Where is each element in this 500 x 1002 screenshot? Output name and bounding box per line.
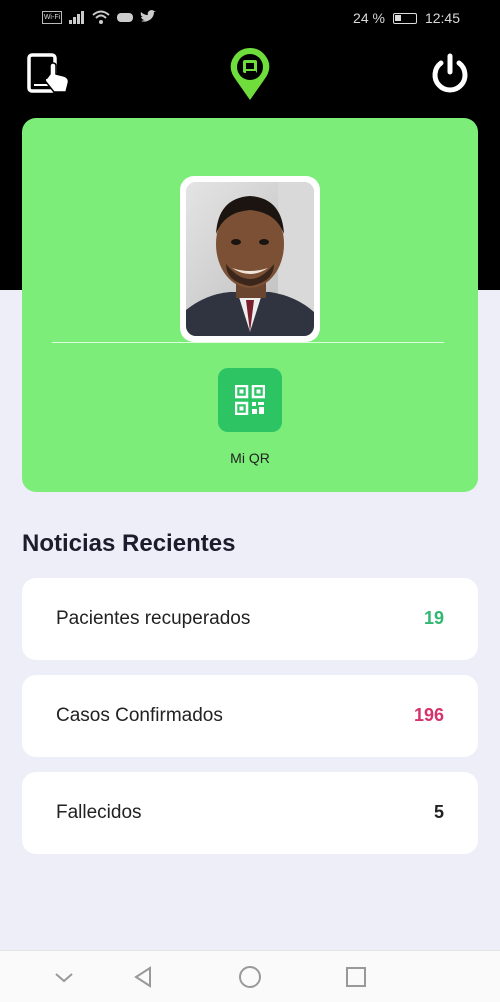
my-qr-label: Mi QR bbox=[230, 450, 270, 466]
profile-photo-image bbox=[186, 182, 314, 336]
location-pin-logo bbox=[230, 48, 270, 100]
stat-card-deaths[interactable]: Fallecidos 5 bbox=[22, 772, 478, 854]
stat-value: 196 bbox=[413, 705, 444, 725]
status-bar: Wi-Fi 24 % 12:45 bbox=[0, 0, 500, 36]
card-divider bbox=[52, 342, 444, 343]
signal-icon bbox=[69, 11, 84, 24]
qr-code-icon bbox=[235, 385, 265, 415]
my-qr-button[interactable] bbox=[218, 368, 282, 432]
wifi-box: Wi-Fi bbox=[42, 10, 62, 24]
square-recent-icon[interactable] bbox=[342, 963, 370, 991]
triangle-back-icon[interactable] bbox=[130, 963, 158, 991]
status-right: 24 % 12:45 bbox=[353, 10, 460, 26]
stat-label: Pacientes recuperados bbox=[56, 608, 251, 629]
stat-label: Casos Confirmados bbox=[56, 705, 223, 726]
circle-home-icon[interactable] bbox=[236, 963, 264, 991]
profile-card: Mi QR bbox=[22, 118, 478, 492]
power-icon[interactable] bbox=[428, 52, 472, 96]
stat-value: 5 bbox=[433, 802, 444, 822]
gamepad-icon bbox=[117, 13, 133, 22]
battery-icon bbox=[392, 12, 417, 24]
battery-percent: 24 % bbox=[353, 10, 385, 26]
wifi-icon bbox=[92, 10, 110, 24]
system-nav-bar bbox=[0, 950, 500, 1002]
stat-value: 19 bbox=[423, 608, 444, 628]
stat-card-confirmed[interactable]: Casos Confirmados 196 bbox=[22, 675, 478, 757]
tablet-touch-icon[interactable] bbox=[26, 52, 74, 96]
status-left: Wi-Fi bbox=[42, 10, 156, 24]
profile-photo[interactable] bbox=[186, 182, 314, 336]
section-title: Noticias Recientes bbox=[22, 530, 236, 557]
stat-card-recovered[interactable]: Pacientes recuperados 19 bbox=[22, 578, 478, 660]
twitter-icon bbox=[140, 10, 156, 22]
clock: 12:45 bbox=[424, 10, 460, 26]
chevron-down-icon[interactable] bbox=[50, 963, 78, 991]
profile-photo-frame bbox=[180, 176, 320, 342]
stat-label: Fallecidos bbox=[56, 802, 142, 823]
